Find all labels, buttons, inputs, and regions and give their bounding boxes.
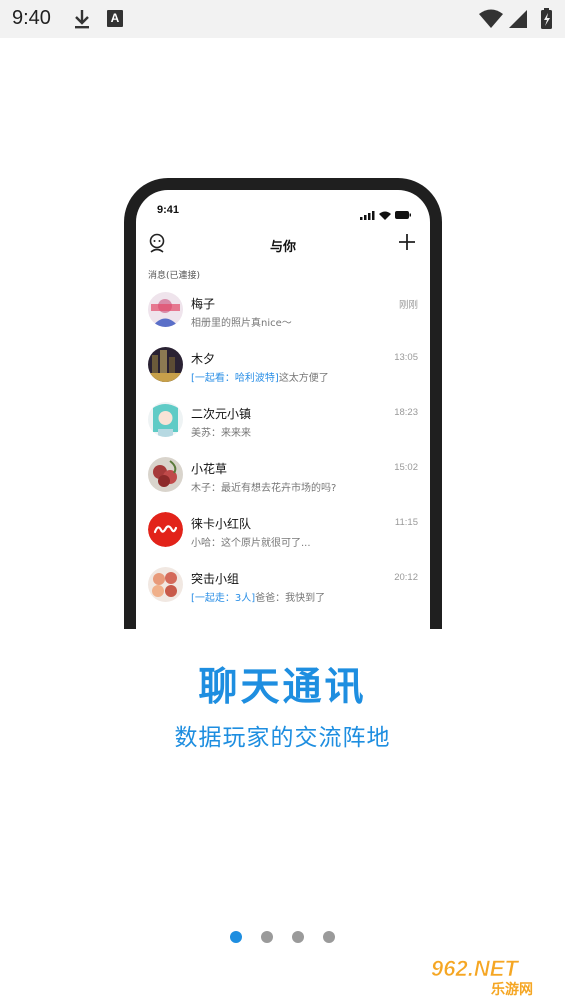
chat-item-erciyuan[interactable]: 二次元小镇 美苏：来来来 18:23 — [136, 396, 430, 451]
chat-preview: [一起看：哈利波特]这太方便了 — [191, 369, 329, 384]
battery-icon — [541, 8, 552, 29]
chat-tag: [一起走：3人] — [191, 593, 256, 604]
chat-name: 二次元小镇 — [191, 407, 252, 421]
chat-preview-text: 美苏：来来来 — [191, 428, 251, 439]
download-icon — [72, 8, 92, 30]
avatar — [148, 402, 183, 437]
chat-list: 梅子 相册里的照片真nice～ 刚刚 木夕 [一起看：哈利波特]这太方便了 13… — [136, 286, 430, 616]
wifi-icon — [479, 9, 503, 28]
phone-screen: 9:41 与你 消息(已連接) 梅子 相册里的照片真nice～ 刚刚 木夕 [一… — [136, 190, 430, 629]
page-dot-1[interactable] — [229, 931, 242, 943]
page-dot-4[interactable] — [323, 931, 336, 943]
avatar — [148, 457, 183, 492]
chat-preview-text: 相册里的照片真nice～ — [191, 318, 292, 329]
phone-status-time: 9:41 — [157, 204, 180, 216]
chat-item-tuji[interactable]: 突击小组 [一起走：3人]爸爸：我快到了 20:12 — [136, 561, 430, 616]
chat-item-leica[interactable]: 徕卡小红队 小哈：这个原片就很可了... 11:15 — [136, 506, 430, 561]
svg-text:乐游网: 乐游网 — [491, 981, 533, 998]
phone-app-title: 与你 — [269, 240, 296, 255]
chat-item-meizi[interactable]: 梅子 相册里的照片真nice～ 刚刚 — [136, 286, 430, 341]
chat-item-xiaohuacao[interactable]: 小花草 木子：最近有想去花卉市场的吗? 15:02 — [136, 451, 430, 506]
messages-section-label: 消息(已連接) — [148, 271, 201, 281]
chat-preview-text: 小哈：这个原片就很可了... — [191, 538, 311, 549]
feature-title: 聊天通讯 — [198, 665, 367, 710]
chat-preview: 美苏：来来来 — [191, 424, 251, 439]
avatar — [148, 347, 183, 382]
plus-icon[interactable] — [398, 233, 416, 251]
leica-logo-avatar — [148, 512, 183, 547]
chat-preview: [一起走：3人]爸爸：我快到了 — [191, 589, 325, 604]
phone-status-icons — [360, 205, 412, 220]
chat-name: 徕卡小红队 — [191, 517, 252, 531]
chat-preview: 木子：最近有想去花卉市场的吗? — [191, 479, 336, 494]
status-icons — [477, 8, 555, 30]
chat-preview-text: 爸爸：我快到了 — [255, 593, 326, 604]
page-dot-3[interactable] — [292, 931, 305, 943]
chat-item-muxi[interactable]: 木夕 [一起看：哈利波特]这太方便了 13:05 — [136, 341, 430, 396]
status-time: 9:40 — [12, 7, 51, 29]
a-notification-icon: A — [107, 10, 123, 27]
chat-preview-text: 这太方便了 — [278, 373, 329, 384]
phone-app-header: 与你 — [136, 232, 430, 260]
avatar — [148, 292, 183, 327]
chat-name: 突击小组 — [191, 572, 240, 586]
svg-text:962.NET: 962.NET — [431, 956, 519, 981]
page-indicator — [0, 928, 565, 947]
chat-tag: [一起看：哈利波特] — [191, 373, 279, 384]
chat-time: 11:15 — [394, 517, 418, 528]
chat-preview-text: 木子：最近有想去花卉市场的吗? — [191, 483, 337, 494]
status-bar: 9:40 A — [0, 0, 565, 38]
signal-icon — [509, 10, 527, 28]
chat-time: 13:05 — [394, 352, 418, 363]
phone-mockup: 9:41 与你 消息(已連接) 梅子 相册里的照片真nice～ 刚刚 木夕 [一… — [124, 178, 442, 629]
chat-time: 18:23 — [394, 407, 418, 418]
chat-time: 15:02 — [394, 462, 418, 473]
chat-time: 20:12 — [394, 572, 418, 583]
chat-name: 小花草 — [191, 462, 228, 476]
feature-subtitle: 数据玩家的交流阵地 — [174, 725, 391, 751]
watermark-logo: 962.NET 乐游网 — [427, 954, 559, 998]
page-dot-2[interactable] — [260, 931, 273, 943]
chat-preview: 相册里的照片真nice～ — [191, 314, 292, 329]
chat-name: 木夕 — [191, 352, 216, 366]
chat-time: 刚刚 — [398, 300, 418, 311]
chat-name: 梅子 — [191, 297, 216, 311]
avatar — [148, 567, 183, 602]
chat-preview: 小哈：这个原片就很可了... — [191, 534, 311, 549]
